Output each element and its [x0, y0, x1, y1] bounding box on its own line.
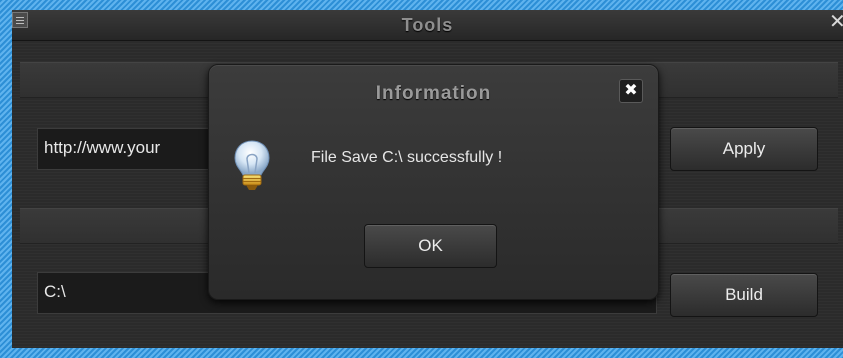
dialog-close-icon[interactable]: ✖ [619, 79, 643, 103]
ok-button[interactable]: OK [364, 224, 497, 268]
information-dialog: Information ✖ File Save C:\ successfully… [208, 64, 659, 300]
title-bar[interactable]: Tools ✕ [12, 10, 843, 41]
window-title: Tools [401, 15, 454, 35]
build-button[interactable]: Build [670, 273, 818, 317]
apply-button[interactable]: Apply [670, 127, 818, 171]
lightbulb-icon [234, 140, 270, 190]
close-icon[interactable]: ✕ [829, 12, 843, 32]
dialog-message: File Save C:\ successfully ! [311, 149, 503, 166]
dialog-title: Information [375, 83, 492, 104]
